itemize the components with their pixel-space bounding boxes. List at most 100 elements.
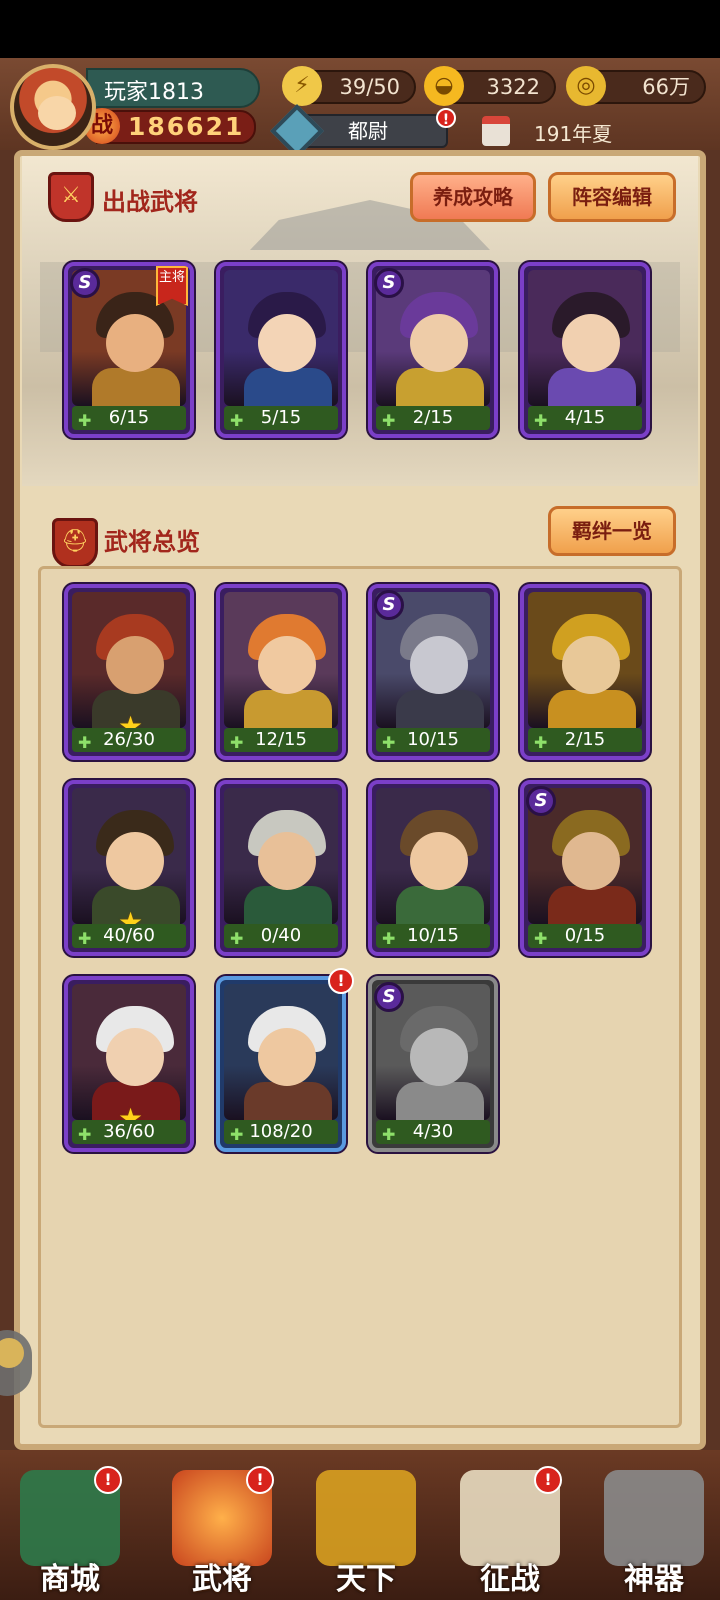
- hero-portrait: [224, 270, 338, 414]
- puzzle-piece-icon: ✚: [78, 411, 92, 430]
- puzzle-piece-icon: ✚: [230, 1125, 244, 1144]
- hero-shard-bar: ✚ 0/15: [528, 924, 642, 948]
- hero-shard-bar: ✚ 36/60: [72, 1120, 186, 1144]
- general-helmet-icon: ⛑: [52, 518, 98, 568]
- artifact-icon: [604, 1470, 704, 1566]
- hero-shard-count: 4/15: [564, 407, 606, 428]
- hero-card[interactable]: S ✚ 0/15: [520, 780, 650, 956]
- hero-face: [106, 1028, 164, 1086]
- hero-face: [410, 1028, 468, 1086]
- hero-card[interactable]: ✚ 5/15: [216, 262, 346, 438]
- puzzle-piece-icon: ✚: [78, 733, 92, 752]
- hero-card[interactable]: ★ ✚ 26/30: [64, 584, 194, 760]
- hero-card[interactable]: S ✚ 2/15: [368, 262, 498, 438]
- calendar-icon: [482, 116, 510, 146]
- puzzle-piece-icon: ✚: [78, 929, 92, 948]
- hero-card[interactable]: S ✚ 4/30: [368, 976, 498, 1152]
- nav-tab[interactable]: 天下: [300, 1464, 432, 1600]
- hero-alert-icon: !: [328, 968, 354, 994]
- puzzle-piece-icon: ✚: [230, 733, 244, 752]
- hero-shard-count: 5/15: [260, 407, 302, 428]
- coin-plus-icon[interactable]: ◎: [566, 66, 606, 106]
- world-icon: [316, 1470, 416, 1566]
- hero-face: [410, 636, 468, 694]
- hero-portrait: [72, 592, 186, 736]
- hero-face: [258, 1028, 316, 1086]
- nav-label: 征战: [480, 1562, 540, 1597]
- hero-shard-count: 6/15: [108, 407, 150, 428]
- hero-shard-bar: ✚ 2/15: [528, 728, 642, 752]
- hero-shard-bar: ✚ 12/15: [224, 728, 338, 752]
- nav-label: 武将: [192, 1562, 252, 1597]
- nav-tab[interactable]: 商城!: [4, 1464, 136, 1600]
- player-name: 玩家1813: [104, 80, 204, 105]
- hero-card[interactable]: ★ ✚ 36/60: [64, 976, 194, 1152]
- training-guide-button[interactable]: 养成攻略: [410, 172, 536, 222]
- gold-ingot-plus-icon[interactable]: ◒: [424, 66, 464, 106]
- rank-alert-icon: !: [436, 108, 456, 128]
- hero-face: [106, 314, 164, 372]
- hero-shard-bar: ✚ 0/40: [224, 924, 338, 948]
- hero-shard-count: 108/20: [249, 1121, 313, 1142]
- hero-card[interactable]: ✚ 108/20: [216, 976, 346, 1152]
- s-rank-badge: S: [70, 268, 100, 298]
- avatar-face: [38, 96, 76, 130]
- hero-shard-bar: ✚ 4/15: [528, 406, 642, 430]
- puzzle-piece-icon: ✚: [230, 929, 244, 948]
- hero-shard-bar: ✚ 10/15: [376, 924, 490, 948]
- lightning-plus-icon[interactable]: ⚡: [282, 66, 322, 106]
- hero-shard-bar: ✚ 40/60: [72, 924, 186, 948]
- hero-shard-bar: ✚ 4/30: [376, 1120, 490, 1144]
- puzzle-piece-icon: ✚: [230, 411, 244, 430]
- status-bar: [0, 0, 720, 58]
- hero-shard-count: 2/15: [412, 407, 454, 428]
- hero-card[interactable]: ✚ 4/15: [520, 262, 650, 438]
- hero-face: [562, 314, 620, 372]
- nav-alert-icon: !: [94, 1466, 122, 1494]
- hero-shard-count: 10/15: [407, 729, 459, 750]
- hero-shard-bar: ✚ 26/30: [72, 728, 186, 752]
- hero-portrait: [224, 592, 338, 736]
- puzzle-piece-icon: ✚: [78, 1125, 92, 1144]
- hero-shard-bar: ✚ 10/15: [376, 728, 490, 752]
- hero-portrait: [224, 788, 338, 932]
- puzzle-piece-icon: ✚: [382, 411, 396, 430]
- hero-shard-bar: ✚ 2/15: [376, 406, 490, 430]
- s-rank-badge: S: [374, 982, 404, 1012]
- crossed-swords-icon: ⚔: [48, 172, 94, 222]
- hero-portrait: [72, 984, 186, 1128]
- hero-card[interactable]: ★ ✚ 40/60: [64, 780, 194, 956]
- s-rank-badge: S: [374, 590, 404, 620]
- nav-alert-icon: !: [246, 1466, 274, 1494]
- nav-tab[interactable]: 神器: [588, 1464, 720, 1600]
- hero-face: [410, 314, 468, 372]
- hero-portrait: [376, 788, 490, 932]
- player-avatar[interactable]: [10, 64, 96, 150]
- coin-value: 66万: [642, 75, 690, 99]
- nav-tab[interactable]: 武将!: [156, 1464, 288, 1600]
- puzzle-piece-icon: ✚: [534, 733, 548, 752]
- hero-shard-count: 10/15: [407, 925, 459, 946]
- stamina-value: 39/50: [339, 75, 400, 99]
- hero-card[interactable]: ✚ 2/15: [520, 584, 650, 760]
- bonds-list-button[interactable]: 羁绊一览: [548, 506, 676, 556]
- puzzle-piece-icon: ✚: [382, 929, 396, 948]
- hero-card[interactable]: ✚ 0/40: [216, 780, 346, 956]
- hero-card[interactable]: S ✚ 10/15: [368, 584, 498, 760]
- puzzle-piece-icon: ✚: [382, 733, 396, 752]
- hero-face: [106, 832, 164, 890]
- battle-heroes-title: 出战武将: [102, 188, 198, 216]
- hero-card[interactable]: ✚ 12/15: [216, 584, 346, 760]
- nav-tab[interactable]: 征战!: [444, 1464, 576, 1600]
- hero-shard-count: 40/60: [103, 925, 155, 946]
- season-label: 191年夏: [534, 122, 613, 146]
- hero-shard-count: 0/15: [564, 925, 606, 946]
- hero-card[interactable]: S 主将 ✚ 6/15: [64, 262, 194, 438]
- hero-card[interactable]: ✚ 10/15: [368, 780, 498, 956]
- puzzle-piece-icon: ✚: [382, 1125, 396, 1144]
- lineup-edit-button[interactable]: 阵容编辑: [548, 172, 676, 222]
- hero-shard-count: 4/30: [412, 1121, 454, 1142]
- hero-face: [258, 636, 316, 694]
- hero-face: [410, 832, 468, 890]
- hero-face: [106, 636, 164, 694]
